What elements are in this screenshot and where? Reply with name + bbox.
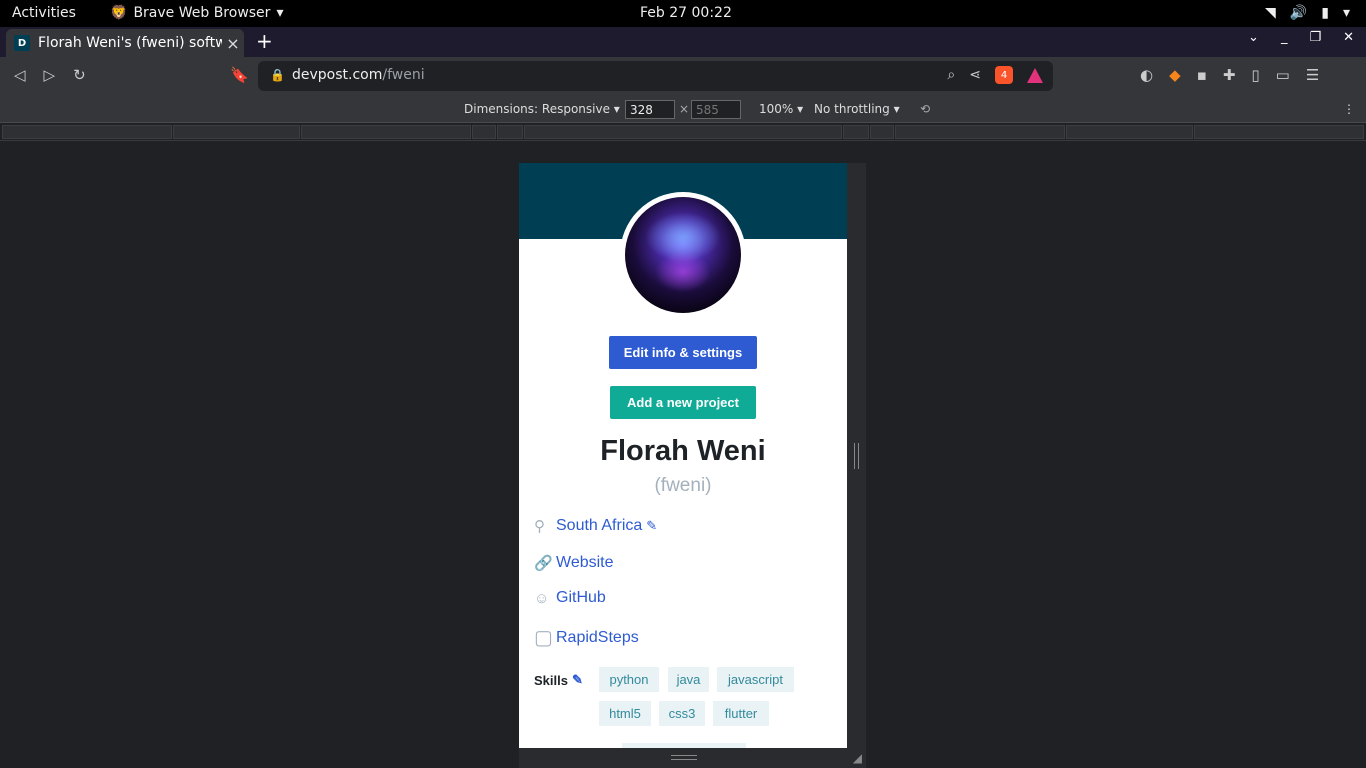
ruler-segment[interactable] — [870, 125, 894, 139]
metamask-fox-icon[interactable]: ◆ — [1169, 66, 1181, 84]
app-menu[interactable]: 🦁 Brave Web Browser ▾ — [110, 5, 283, 21]
more-options-icon[interactable]: ⋮ — [1343, 102, 1355, 116]
rotate-icon[interactable]: ⟲ — [920, 102, 930, 116]
window-controls: ⌄ _ ❐ ✕ — [1248, 30, 1354, 45]
location-row: ⚲ South Africa ✎ — [534, 517, 657, 535]
clipboard-icon: ▢ — [534, 627, 553, 649]
devpost-favicon-icon: D — [14, 35, 30, 51]
puzzle-extensions-icon[interactable]: ✚ — [1223, 66, 1236, 84]
rapidsteps-link[interactable]: RapidSteps — [556, 629, 639, 647]
tab-strip: D Florah Weni's (fweni) softw × — [0, 27, 1366, 57]
website-row: 🔗 Website — [534, 554, 614, 572]
wifi-icon: ◥ — [1265, 5, 1276, 21]
bottom-resize-handle[interactable]: ◢ — [519, 748, 866, 768]
add-project-button[interactable]: Add a new project — [610, 386, 756, 419]
github-row: ☺ GitHub — [534, 589, 606, 607]
bookmark-icon[interactable]: 🔖 — [230, 66, 249, 84]
portfolio-row: ▢ RapidSteps — [534, 625, 639, 650]
maximize-icon[interactable]: ❐ — [1309, 30, 1321, 45]
ruler-segment[interactable] — [497, 125, 523, 139]
location-link[interactable]: South Africa — [556, 517, 642, 535]
activities-button[interactable]: Activities — [12, 5, 76, 21]
pencil-icon[interactable]: ✎ — [572, 672, 583, 688]
ruler-segment[interactable] — [1194, 125, 1364, 139]
wallet-icon[interactable]: ▭ — [1276, 66, 1290, 84]
caret-down-icon: ▾ — [1342, 5, 1350, 21]
system-tray[interactable]: ◥ 🔊 ▮ ▾ — [1265, 5, 1350, 21]
dimensions-dropdown[interactable]: Dimensions: Responsive ▾ — [464, 102, 620, 116]
ruler-segment[interactable] — [301, 125, 471, 139]
clock[interactable]: Feb 27 00:22 — [640, 5, 732, 21]
throttling-dropdown[interactable]: No throttling ▾ — [814, 102, 900, 116]
right-resize-handle[interactable] — [847, 163, 866, 748]
skill-tag[interactable]: javascript — [717, 667, 794, 692]
extensions-area: ◐ ◆ ▪ ✚ ▯ ▭ ☰ — [1140, 66, 1319, 84]
emulated-page: Edit info & settings Add a new project F… — [519, 163, 847, 748]
width-input[interactable] — [625, 100, 675, 119]
ruler-segment[interactable] — [895, 125, 1065, 139]
device-toolbar: Dimensions: Responsive ▾ × 100% ▾ No thr… — [0, 95, 1366, 123]
github-link[interactable]: GitHub — [556, 589, 606, 607]
skill-tag[interactable]: html5 — [599, 701, 651, 726]
media-query-ruler — [0, 123, 1366, 141]
ruler-segment[interactable] — [472, 125, 496, 139]
nav-buttons: ◁ ▷ ↻ — [14, 66, 86, 84]
search-icon[interactable]: ⌕ — [947, 67, 955, 83]
ruler-segment[interactable] — [843, 125, 869, 139]
brave-shields-icon[interactable]: 4 — [995, 66, 1013, 84]
sidebar-icon[interactable]: ▯ — [1251, 66, 1259, 84]
skill-tag[interactable]: java — [668, 667, 709, 692]
tab-title: Florah Weni's (fweni) softw — [38, 35, 222, 51]
extension-c-icon[interactable]: ◐ — [1140, 66, 1153, 84]
caret-down-icon: ▾ — [276, 5, 284, 21]
github-icon: ☺ — [534, 589, 550, 607]
height-input[interactable] — [691, 100, 741, 119]
ruler-segment[interactable] — [524, 125, 842, 139]
forward-icon[interactable]: ▷ — [44, 66, 56, 84]
close-tab-icon[interactable]: × — [222, 34, 244, 53]
avatar — [620, 192, 746, 318]
profile-name: Florah Weni — [600, 435, 766, 467]
browser-toolbar: ◁ ▷ ↻ 🔖 🔒 devpost.com/fweni ⌕ ⋖ 4 ◐ ◆ ▪ … — [0, 57, 1366, 95]
omnibox-actions: ⌕ ⋖ 4 — [947, 66, 1043, 84]
url-text[interactable]: devpost.com/fweni — [292, 67, 425, 83]
app-name: Brave Web Browser — [133, 5, 271, 21]
new-tab-button[interactable]: + — [256, 29, 273, 53]
close-window-icon[interactable]: ✕ — [1343, 30, 1354, 45]
skill-tag[interactable]: css3 — [659, 701, 705, 726]
browser-tab[interactable]: D Florah Weni's (fweni) softw × — [6, 29, 244, 57]
address-bar[interactable]: 🔒 devpost.com/fweni ⌕ ⋖ 4 — [258, 61, 1053, 91]
tab-search-chevron-icon[interactable]: ⌄ — [1248, 30, 1259, 45]
brave-rewards-icon[interactable] — [1027, 67, 1043, 83]
extension-dots-icon[interactable]: ▪ — [1197, 66, 1207, 84]
skills-label: Skills ✎ — [534, 672, 583, 688]
corner-resize-icon[interactable]: ◢ — [853, 751, 862, 765]
avatar-image — [625, 197, 741, 313]
ruler-segment[interactable] — [2, 125, 172, 139]
battery-icon: ▮ — [1321, 5, 1329, 21]
skill-tag[interactable]: python — [599, 667, 659, 692]
minimize-icon[interactable]: _ — [1281, 30, 1288, 45]
volume-icon: 🔊 — [1289, 5, 1308, 21]
brave-lion-icon: 🦁 — [110, 5, 128, 21]
website-link[interactable]: Website — [556, 554, 614, 572]
skill-tag[interactable]: flutter — [713, 701, 769, 726]
ruler-segment[interactable] — [1066, 125, 1193, 139]
share-icon[interactable]: ⋖ — [969, 67, 981, 83]
zoom-dropdown[interactable]: 100% ▾ — [759, 102, 803, 116]
map-pin-icon: ⚲ — [534, 518, 545, 535]
profile-handle: (fweni) — [654, 475, 712, 496]
lock-icon[interactable]: 🔒 — [270, 68, 285, 82]
link-icon: 🔗 — [534, 555, 553, 572]
edit-info-button[interactable]: Edit info & settings — [609, 336, 757, 369]
pencil-icon[interactable]: ✎ — [646, 518, 657, 534]
times-sign: × — [679, 102, 690, 116]
back-icon[interactable]: ◁ — [14, 66, 26, 84]
ruler-segment[interactable] — [173, 125, 300, 139]
menu-icon[interactable]: ☰ — [1306, 66, 1319, 84]
reload-icon[interactable]: ↻ — [73, 66, 86, 84]
system-top-bar: Activities 🦁 Brave Web Browser ▾ Feb 27 … — [0, 0, 1366, 27]
